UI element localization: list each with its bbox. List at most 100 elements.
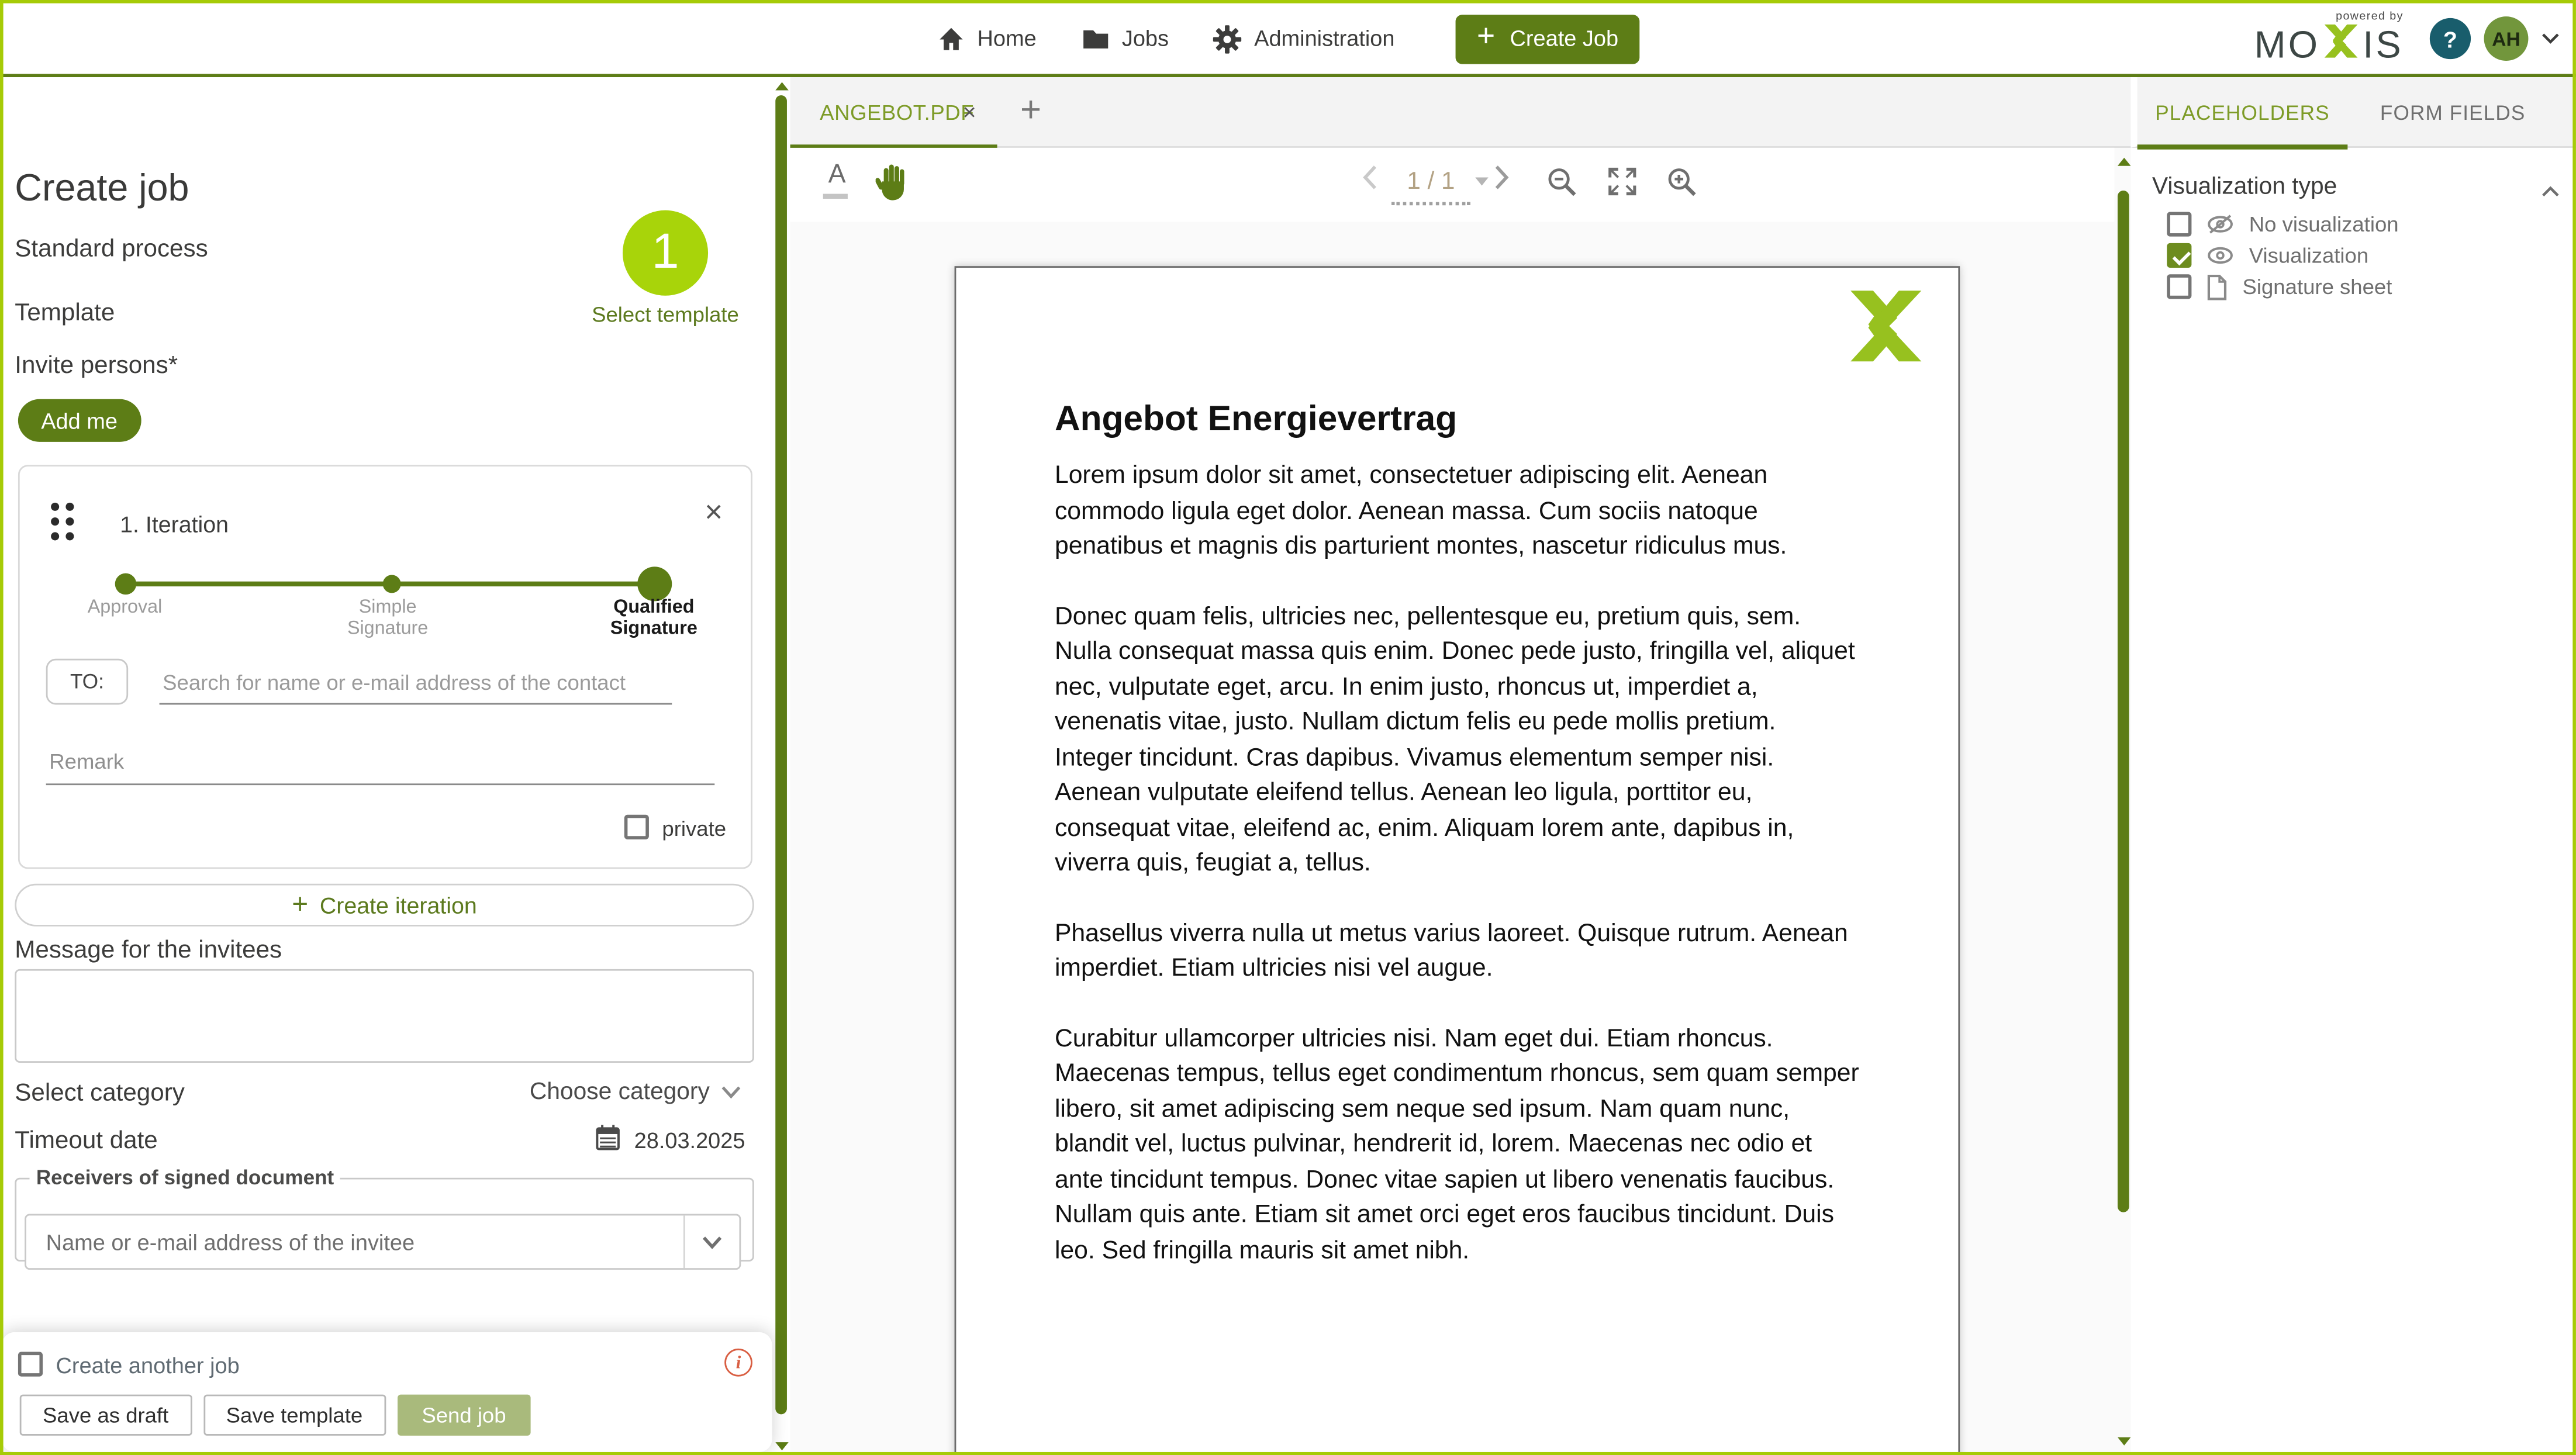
slider-label-qualified-signature[interactable]: Qualified Signature [580, 598, 728, 641]
nav-item-administration[interactable]: Administration [1213, 24, 1395, 54]
document-paragraph: Lorem ipsum dolor sit amet, consectetuer… [1055, 458, 1860, 564]
save-template-button[interactable]: Save template [203, 1395, 385, 1436]
option-signature-sheet[interactable]: Signature sheet [2167, 272, 2392, 300]
fullscreen-icon[interactable] [1607, 166, 1638, 205]
powered-by-text: powered by [2336, 12, 2404, 23]
scroll-up-arrow[interactable] [775, 82, 788, 90]
document-paragraph: Phasellus viverra nulla ut metus varius … [1055, 916, 1860, 987]
save-as-draft-button[interactable]: Save as draft [20, 1395, 192, 1436]
gear-icon [1213, 24, 1243, 54]
pdf-toolbar: A [790, 148, 2115, 222]
document-paragraph: Donec quam felis, ultricies nec, pellent… [1055, 599, 1860, 881]
document-paragraph: Curabitur ullamcorper ultricies nisi. Na… [1055, 1021, 1860, 1268]
receivers-fieldset: Receivers of signed document [15, 1166, 754, 1262]
select-template-label: Select template [542, 302, 788, 327]
receivers-combo [25, 1214, 741, 1270]
scroll-down-arrow[interactable] [2117, 1437, 2130, 1446]
timeout-label: Timeout date [15, 1127, 157, 1155]
scrollbar-thumb[interactable] [775, 95, 787, 1414]
collapse-chevron-icon[interactable] [2542, 176, 2560, 206]
nav-item-home[interactable]: Home [936, 24, 1036, 54]
option-visualization[interactable]: Visualization [2167, 241, 2368, 269]
plus-icon: + [1477, 22, 1495, 53]
plus-icon: + [292, 888, 308, 921]
help-button[interactable]: ? [2430, 18, 2471, 59]
right-tabbar: PLACEHOLDERS FORM FIELDS [2130, 77, 2575, 148]
logo-text-left: MO [2254, 26, 2321, 64]
combo-chevron-button[interactable] [683, 1215, 740, 1268]
page-indicator-underline [1391, 202, 1470, 206]
page-indicator[interactable]: 1 / 1 [1391, 168, 1470, 196]
document-body: Lorem ipsum dolor sit amet, consectetuer… [1055, 458, 1860, 1302]
info-icon[interactable]: i [724, 1349, 752, 1377]
question-icon: ? [2443, 26, 2457, 52]
contact-search-input[interactable] [160, 662, 672, 704]
create-another-label[interactable]: Create another job [56, 1353, 240, 1378]
signature-sheet-checkbox[interactable] [2167, 274, 2191, 299]
avatar[interactable]: AH [2484, 16, 2529, 61]
process-label: Standard process [15, 235, 208, 263]
to-button[interactable]: TO: [46, 659, 128, 705]
create-job-label: Create Job [1510, 26, 1619, 51]
create-another-checkbox[interactable] [18, 1352, 43, 1377]
choose-category-value: Choose category [530, 1079, 710, 1105]
option-label: Visualization [2249, 243, 2368, 268]
previous-page-button[interactable] [1362, 164, 1378, 199]
tab-placeholders[interactable]: PLACEHOLDERS [2138, 77, 2348, 148]
scroll-up-arrow[interactable] [2117, 158, 2130, 166]
logo-text-right: IS [2363, 26, 2404, 64]
pdf-page: Angebot Energievertrag Lorem ipsum dolor… [955, 266, 1960, 1455]
choose-category-dropdown[interactable]: Choose category [530, 1079, 741, 1105]
pdf-scrollbar[interactable] [2116, 148, 2130, 1455]
slider-dot-approval[interactable] [115, 573, 137, 595]
next-page-button[interactable] [1493, 164, 1510, 199]
step-badge: 1 [623, 210, 708, 296]
drag-handle-icon[interactable] [51, 503, 74, 541]
page-dropdown-caret[interactable] [1475, 177, 1488, 185]
create-job-button[interactable]: + Create Job [1455, 14, 1639, 63]
zoom-in-button[interactable] [1666, 166, 1698, 207]
nav-item-jobs[interactable]: Jobs [1081, 26, 1169, 52]
document-tabbar: ANGEBOT.PDF × + [790, 77, 2131, 148]
no-visualization-checkbox[interactable] [2167, 212, 2191, 236]
new-tab-button[interactable]: + [1020, 89, 1041, 132]
timeout-date-picker[interactable]: 28.03.2025 [595, 1124, 745, 1156]
zoom-out-button[interactable] [1546, 166, 1579, 207]
left-panel-scrollbar[interactable] [774, 77, 788, 1455]
private-checkbox[interactable] [624, 815, 649, 839]
visualization-checkbox[interactable] [2167, 243, 2191, 268]
tab-form-fields[interactable]: FORM FIELDS [2361, 77, 2545, 148]
slider-dot-simple-signature[interactable] [383, 575, 401, 593]
chevron-down-icon [721, 1079, 741, 1105]
hand-icon [876, 179, 910, 207]
receivers-input[interactable] [26, 1229, 683, 1254]
slider-label-approval[interactable]: Approval [59, 598, 191, 620]
add-me-button[interactable]: Add me [18, 399, 140, 442]
folder-icon [1081, 26, 1111, 52]
tab-close-icon[interactable]: × [963, 99, 976, 125]
active-tab-underline [2138, 144, 2348, 149]
option-label: Signature sheet [2243, 274, 2392, 299]
text-tool-button[interactable]: A [823, 163, 851, 199]
chevron-down-icon[interactable] [2542, 33, 2560, 44]
file-icon [2206, 274, 2228, 300]
page-title: Create job [15, 166, 189, 210]
hand-tool-button[interactable] [876, 161, 910, 208]
private-label[interactable]: private [662, 817, 726, 841]
invite-persons-label: Invite persons* [15, 351, 178, 379]
select-template-button[interactable]: 1 Select template [542, 210, 788, 327]
message-textarea[interactable] [15, 969, 754, 1063]
send-job-button[interactable]: Send job [397, 1395, 531, 1436]
create-iteration-button[interactable]: + Create iteration [15, 884, 754, 927]
receivers-legend: Receivers of signed document [30, 1166, 341, 1189]
scroll-down-arrow[interactable] [775, 1442, 788, 1450]
slider-label-simple-signature[interactable]: Simple Signature [322, 598, 454, 641]
scrollbar-thumb[interactable] [2118, 191, 2129, 1212]
option-no-visualization[interactable]: No visualization [2167, 210, 2398, 239]
avatar-initials: AH [2492, 27, 2520, 50]
remark-input[interactable] [46, 739, 715, 785]
nav-item-label: Home [978, 26, 1037, 51]
tab-angebot-pdf[interactable]: ANGEBOT.PDF × [790, 77, 997, 148]
close-icon[interactable]: × [705, 497, 723, 528]
slider-dot-qualified-signature[interactable] [637, 566, 672, 601]
